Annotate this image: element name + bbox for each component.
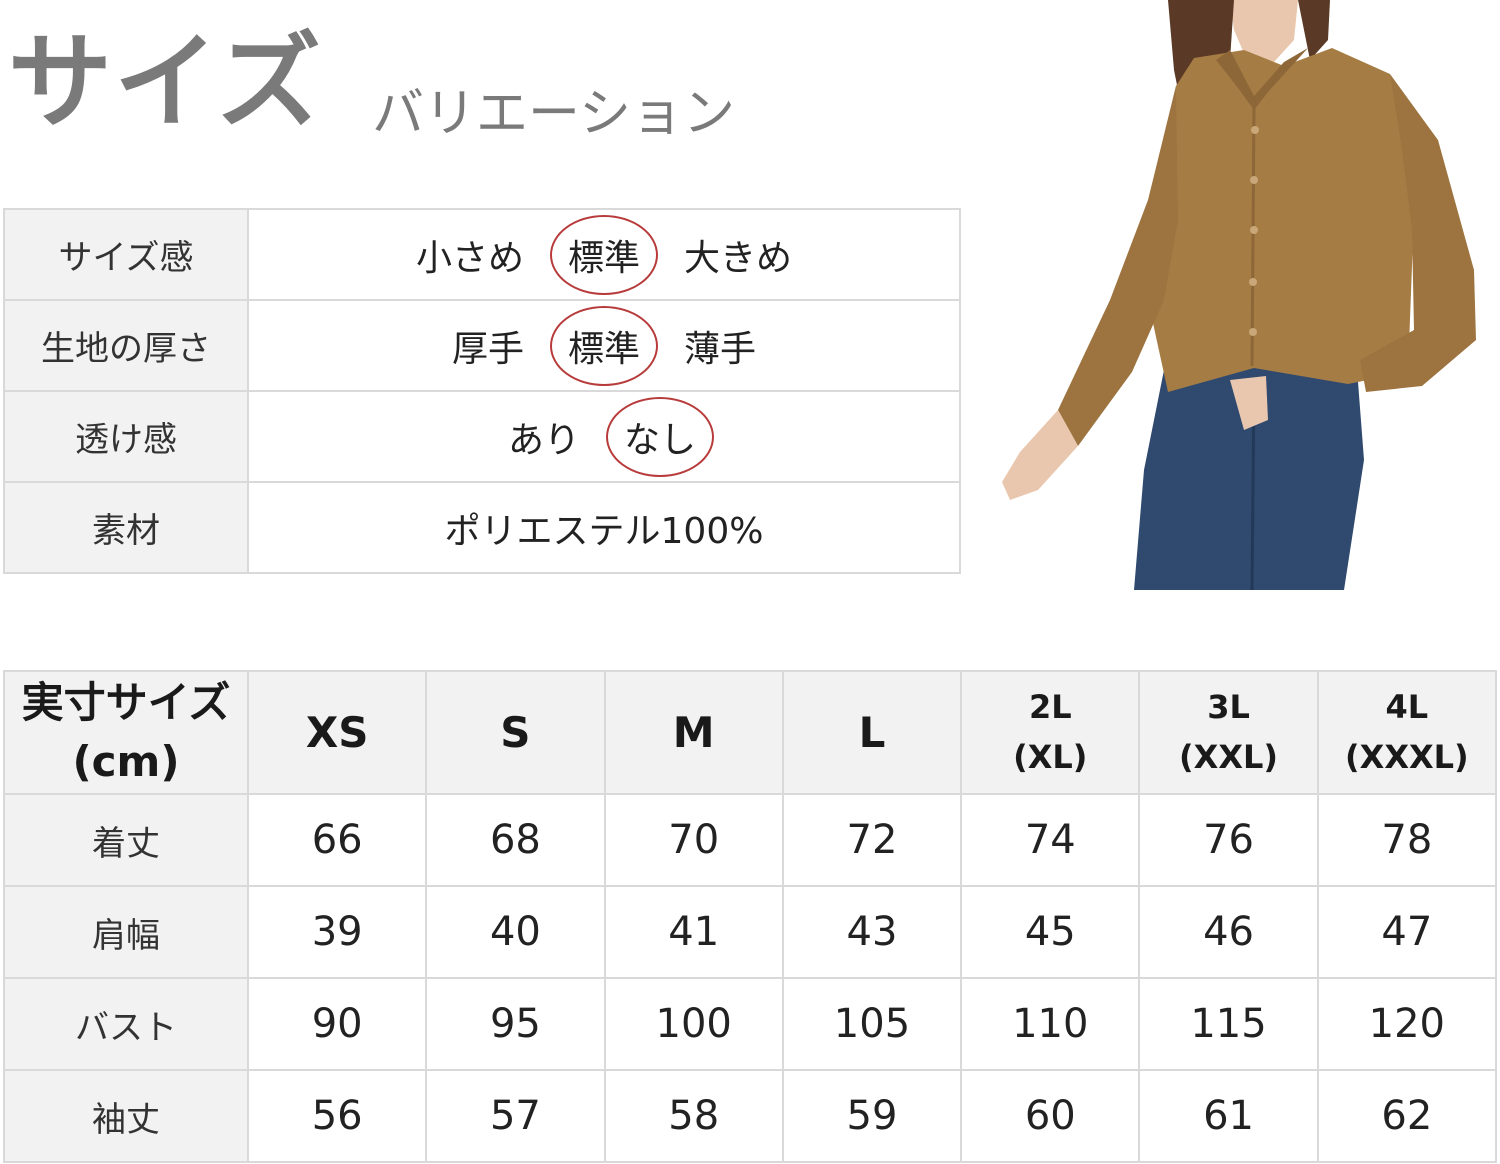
size-cell: 95 xyxy=(425,977,606,1071)
size-row-bust: バスト 90 95 100 105 110 115 120 xyxy=(3,977,1498,1071)
size-header: XS xyxy=(246,670,428,795)
size-cell: 43 xyxy=(781,885,963,979)
attr-option: 小さめ xyxy=(415,237,524,279)
attr-row-thickness: 生地の厚さ 厚手 標準 薄手 xyxy=(3,299,961,392)
attr-row-material: 素材 ポリエステル100% xyxy=(3,481,961,574)
row-label: バスト xyxy=(3,977,249,1071)
size-cell: 40 xyxy=(425,885,606,979)
row-label: 着丈 xyxy=(3,793,249,887)
attr-options: 厚手 標準 薄手 xyxy=(247,299,961,392)
size-cell: 90 xyxy=(246,977,428,1071)
size-name: 4L xyxy=(1385,687,1429,726)
size-header: 4L (XXXL) xyxy=(1316,670,1498,795)
size-cell: 78 xyxy=(1316,793,1498,887)
size-cell: 100 xyxy=(603,977,784,1071)
attr-label: 素材 xyxy=(3,481,249,574)
size-cell: 41 xyxy=(603,885,784,979)
attr-options: あり なし xyxy=(247,390,961,483)
size-cell: 62 xyxy=(1316,1069,1498,1163)
corner-title: 実寸サイズ xyxy=(21,677,231,727)
size-row-sleeve: 袖丈 56 57 58 59 60 61 62 xyxy=(3,1069,1498,1163)
size-name: S xyxy=(500,708,531,757)
size-cell: 61 xyxy=(1138,1069,1319,1163)
attr-option: 薄手 xyxy=(684,328,757,370)
page-title: サイズ xyxy=(8,21,323,143)
size-alias: (XL) xyxy=(1013,737,1088,776)
attribute-table: サイズ感 小さめ 標準 大きめ 生地の厚さ 厚手 標準 薄手 透け感 あり なし 素材 ポ… xyxy=(3,208,961,574)
size-row-shoulder: 肩幅 39 40 41 43 45 46 47 xyxy=(3,885,1498,979)
size-header-row: 実寸サイズ (cm) XS S M L 2L (XL) 3L (XXL) 4L (XX… xyxy=(3,670,1498,795)
size-row-length: 着丈 66 68 70 72 74 76 78 xyxy=(3,793,1498,887)
size-cell: 58 xyxy=(603,1069,784,1163)
size-table: 実寸サイズ (cm) XS S M L 2L (XL) 3L (XXL) 4L (XX… xyxy=(3,670,1498,1163)
size-alias: (XXXL) xyxy=(1345,737,1469,776)
size-cell: 47 xyxy=(1316,885,1498,979)
attr-option-selected: なし xyxy=(606,396,715,477)
attr-option-selected: 標準 xyxy=(549,214,658,295)
size-cell: 45 xyxy=(960,885,1141,979)
size-cell: 74 xyxy=(960,793,1141,887)
size-cell: 46 xyxy=(1138,885,1319,979)
attr-label: 透け感 xyxy=(3,390,249,483)
size-cell: 105 xyxy=(781,977,963,1071)
size-name: XS xyxy=(305,708,369,757)
size-cell: 120 xyxy=(1316,977,1498,1071)
size-cell: 56 xyxy=(246,1069,428,1163)
attr-option: 大きめ xyxy=(684,237,793,279)
size-name: L xyxy=(858,708,886,757)
attr-option: あり xyxy=(507,419,580,461)
attr-option: 厚手 xyxy=(451,328,524,370)
size-cell: 60 xyxy=(960,1069,1141,1163)
size-header: S xyxy=(425,670,606,795)
corner-unit: (cm) xyxy=(72,736,180,786)
size-cell: 66 xyxy=(246,793,428,887)
size-cell: 70 xyxy=(603,793,784,887)
size-header: L xyxy=(781,670,963,795)
size-cell: 72 xyxy=(781,793,963,887)
attr-row-sheerness: 透け感 あり なし xyxy=(3,390,961,483)
page-subtitle: バリエーション xyxy=(372,84,735,144)
size-header: M xyxy=(603,670,784,795)
size-alias: (XXL) xyxy=(1179,737,1279,776)
attr-label: 生地の厚さ xyxy=(3,299,249,392)
row-label: 袖丈 xyxy=(3,1069,249,1163)
size-header: 3L (XXL) xyxy=(1138,670,1319,795)
size-name: M xyxy=(672,708,715,757)
size-name: 3L xyxy=(1207,687,1250,726)
size-cell: 110 xyxy=(960,977,1141,1071)
product-photo xyxy=(998,0,1480,590)
attr-row-size-feel: サイズ感 小さめ 標準 大きめ xyxy=(3,208,961,301)
attr-value: ポリエステル100% xyxy=(247,481,961,574)
attr-option-selected: 標準 xyxy=(549,305,658,386)
size-table-corner: 実寸サイズ (cm) xyxy=(3,670,249,795)
size-cell: 59 xyxy=(781,1069,963,1163)
size-cell: 115 xyxy=(1138,977,1319,1071)
attr-label: サイズ感 xyxy=(3,208,249,301)
size-cell: 76 xyxy=(1138,793,1319,887)
row-label: 肩幅 xyxy=(3,885,249,979)
size-cell: 39 xyxy=(246,885,428,979)
size-cell: 68 xyxy=(425,793,606,887)
size-cell: 57 xyxy=(425,1069,606,1163)
attr-options: 小さめ 標準 大きめ xyxy=(247,208,961,301)
size-header: 2L (XL) xyxy=(960,670,1141,795)
size-name: 2L xyxy=(1028,687,1072,726)
